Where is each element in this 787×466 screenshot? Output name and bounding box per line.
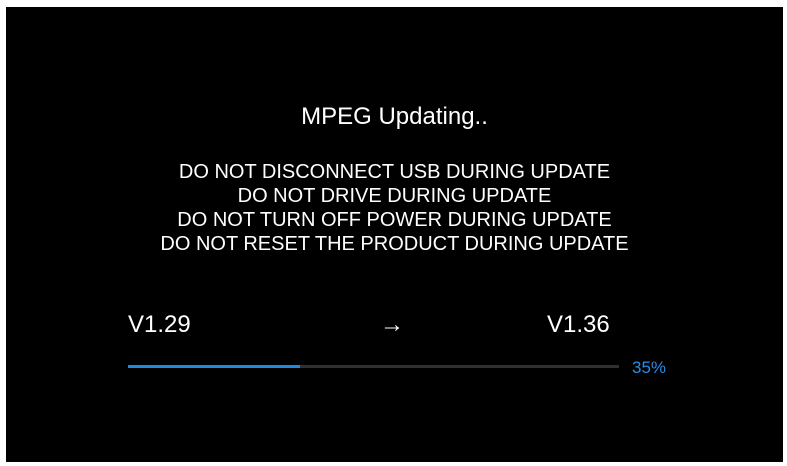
warning-line: DO NOT DISCONNECT USB DURING UPDATE	[178, 161, 611, 183]
update-title: MPEG Updating..	[301, 103, 488, 130]
current-version: V1.29	[128, 311, 191, 338]
arrow-right-icon: →	[380, 311, 404, 338]
update-screen: MPEG Updating.. DO NOT DISCONNECT USB DU…	[6, 7, 783, 462]
target-version: V1.36	[547, 311, 610, 338]
progress-bar	[128, 365, 619, 368]
progress-fill	[128, 365, 300, 368]
progress-percent: 35%	[632, 358, 667, 377]
warning-line: DO NOT TURN OFF POWER DURING UPDATE	[177, 209, 612, 231]
warning-line: DO NOT RESET THE PRODUCT DURING UPDATE	[160, 233, 629, 255]
warning-list: DO NOT DISCONNECT USB DURING UPDATE DO N…	[6, 160, 783, 256]
warning-line: DO NOT DRIVE DURING UPDATE	[237, 185, 552, 207]
